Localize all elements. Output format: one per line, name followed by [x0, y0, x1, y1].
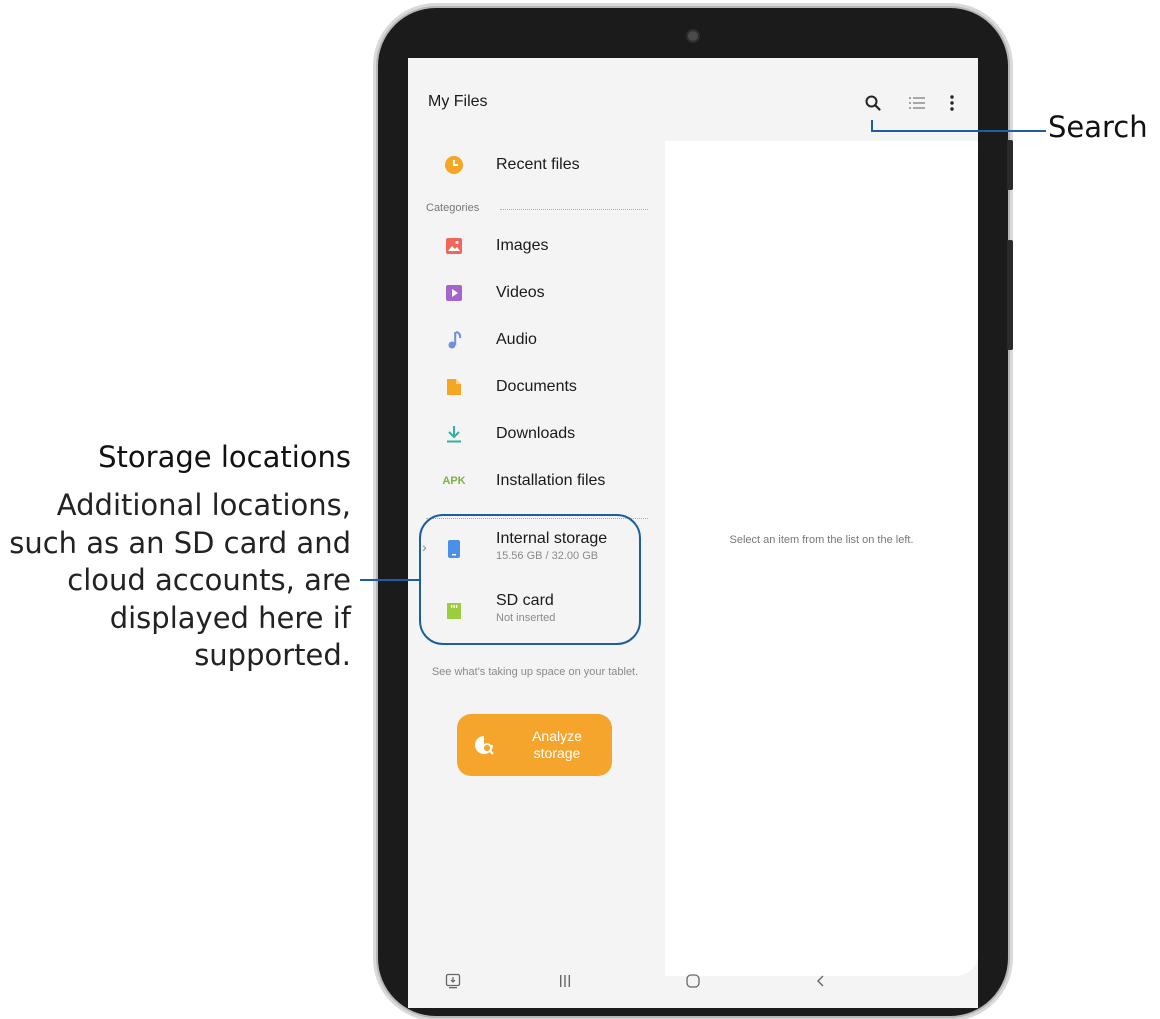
sidebar-item-label: Documents: [496, 378, 577, 395]
sidebar-item-downloads[interactable]: Downloads: [408, 414, 658, 454]
sidebar-item-installation-files[interactable]: APK Installation files: [408, 461, 658, 501]
categories-header: Categories: [426, 202, 480, 214]
sidebar-item-documents[interactable]: Documents: [408, 367, 658, 407]
sidebar-item-label: Installation files: [496, 472, 606, 489]
empty-state-text: Select an item from the list on the left…: [729, 534, 914, 546]
download-icon: [444, 424, 464, 444]
sidebar-item-label: Audio: [496, 331, 537, 348]
front-camera: [688, 31, 698, 41]
home-icon[interactable]: [678, 970, 708, 992]
sidebar-item-recent-files[interactable]: Recent files: [408, 145, 658, 185]
video-icon: [444, 283, 464, 303]
sidebar-item-audio[interactable]: Audio: [408, 320, 658, 360]
sidebar-item-label: Images: [496, 237, 549, 254]
sidebar-item-label: Videos: [496, 284, 545, 301]
back-icon[interactable]: [806, 970, 836, 992]
divider: [500, 209, 648, 210]
document-icon: [444, 377, 464, 397]
analyze-storage-button[interactable]: Analyze storage: [457, 714, 612, 776]
storage-callout-title: Storage locations: [98, 440, 351, 474]
image-icon: [444, 236, 464, 256]
sidebar-item-label: Recent files: [496, 156, 580, 173]
storage-callout-line: [360, 579, 420, 581]
sidebar-item-images[interactable]: Images: [408, 226, 658, 266]
sidebar-item-videos[interactable]: Videos: [408, 273, 658, 313]
sidebar-item-label: Downloads: [496, 425, 576, 442]
recents-icon[interactable]: [550, 970, 580, 992]
volume-button: [1007, 240, 1013, 350]
storage-locations-highlight: [419, 514, 641, 645]
search-callout-label: Search: [1048, 110, 1148, 144]
music-note-icon: [444, 330, 464, 350]
list-view-icon[interactable]: [906, 92, 928, 114]
search-icon[interactable]: [862, 92, 884, 114]
screen-assist-icon[interactable]: [438, 970, 468, 992]
more-options-icon[interactable]: [941, 92, 963, 114]
search-callout-line: [871, 130, 1046, 132]
storage-hint: See what's taking up space on your table…: [431, 666, 639, 678]
analyze-storage-label: Analyze storage: [532, 728, 582, 761]
analyze-icon: [473, 734, 495, 756]
detail-pane: Select an item from the list on the left…: [665, 141, 978, 976]
apk-icon: APK: [442, 475, 466, 487]
power-button: [1007, 140, 1013, 190]
clock-icon: [444, 155, 464, 175]
app-title: My Files: [428, 93, 488, 110]
storage-callout-text: Additional locations, such as an SD card…: [9, 488, 351, 672]
